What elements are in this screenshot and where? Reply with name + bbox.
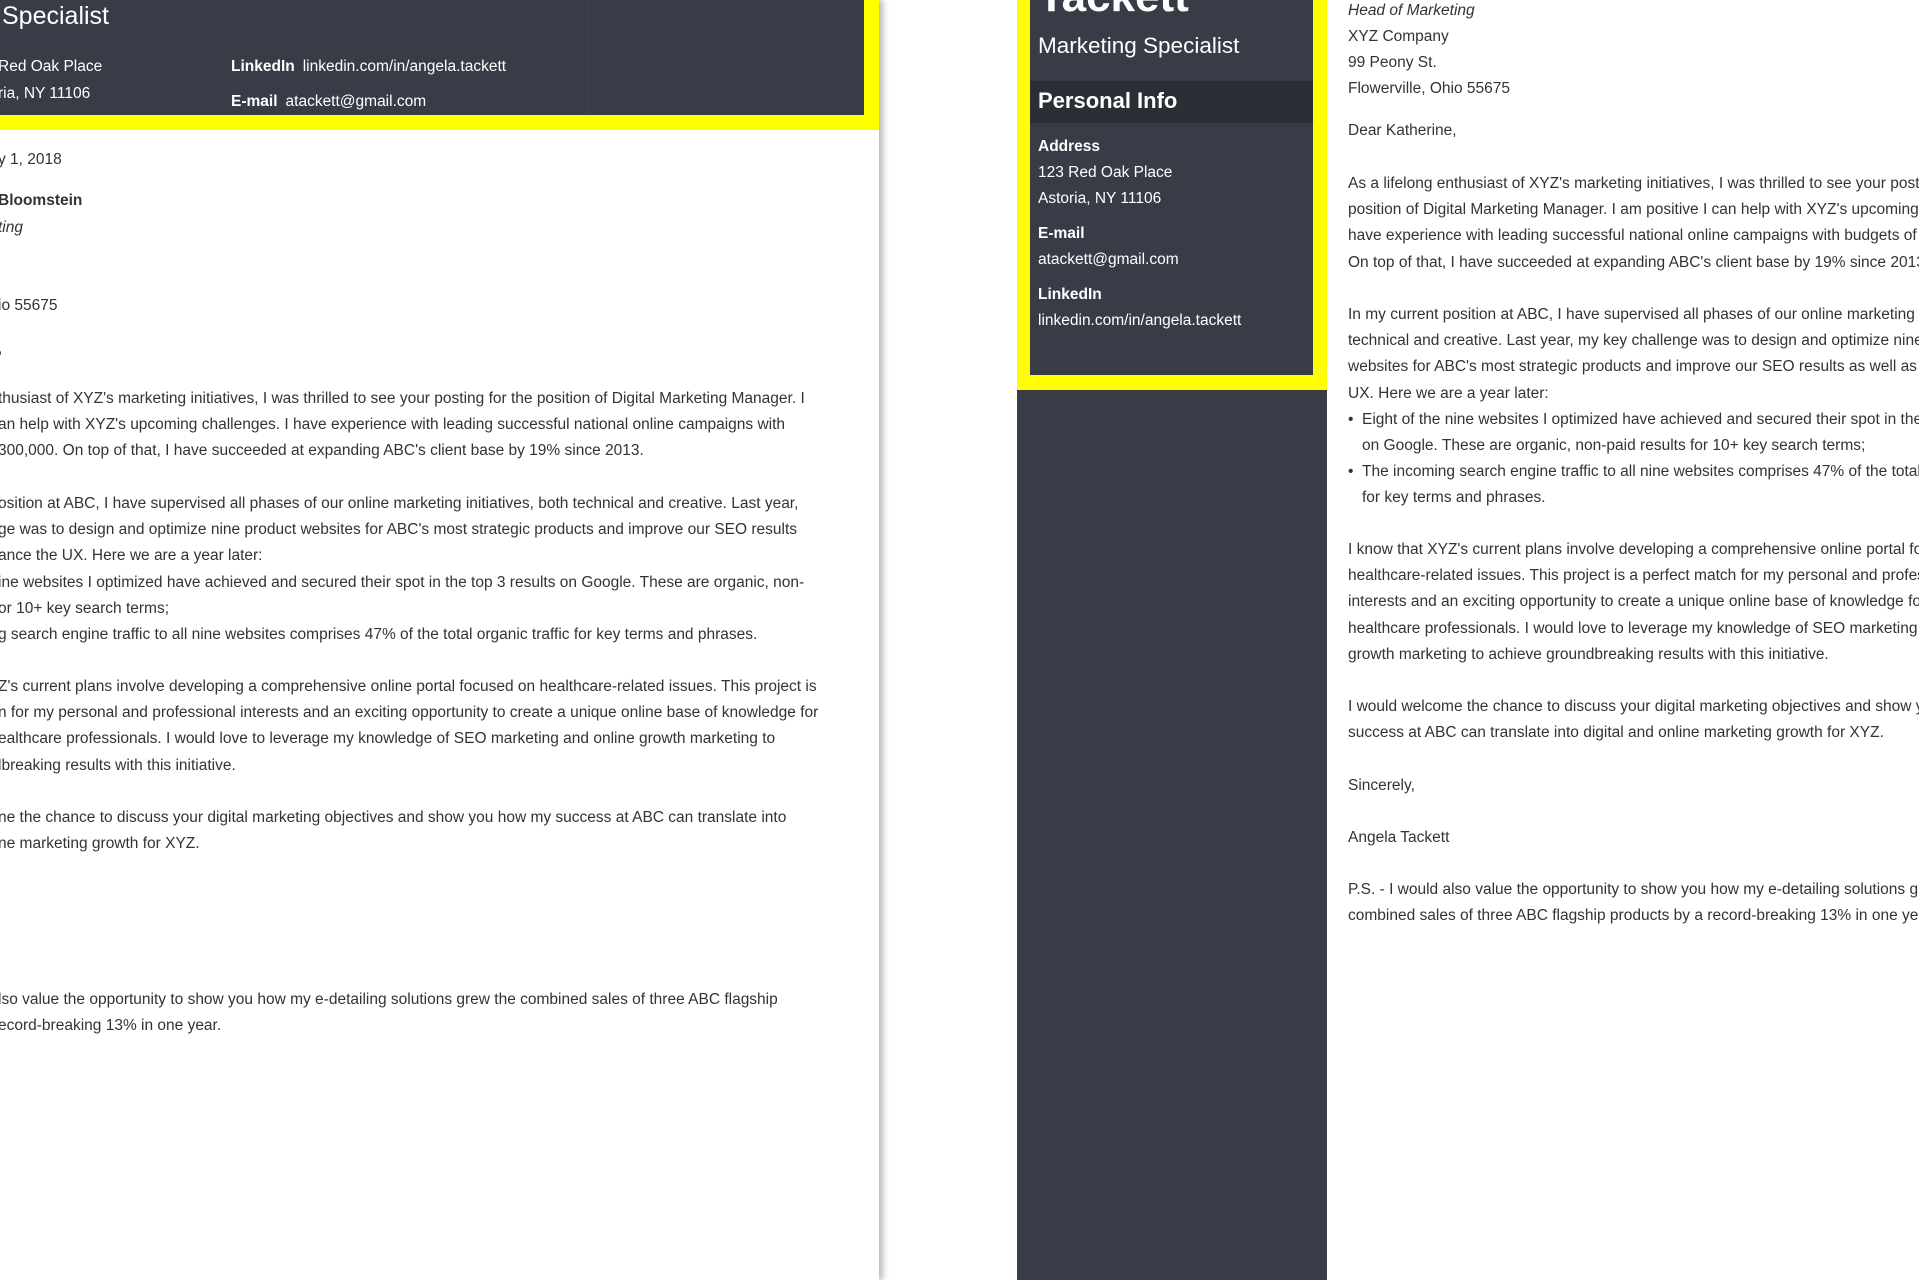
paragraph-3: I know that XYZ's current plans involve …: [1348, 537, 1919, 668]
paragraph-4: ne the chance to discuss your digital ma…: [0, 805, 838, 857]
email-value[interactable]: atackett@gmail.com: [1038, 251, 1179, 269]
header-linkedin: LinkedIn linkedin.com/in/angela.tackett: [231, 58, 506, 76]
recipient-company: XYZ Company: [1348, 28, 1449, 45]
bullet-icon: •: [1348, 463, 1354, 481]
recipient-title: Head of Marketing: [1348, 2, 1475, 19]
bullet-icon: •: [1348, 410, 1354, 428]
signature: Angela Tackett: [1348, 829, 1450, 846]
bullet-line: on Google. These are organic, non-paid r…: [1362, 437, 1866, 455]
paragraph-line: lso value the opportunity to show you ho…: [0, 991, 778, 1008]
paragraph-line: I would welcome the chance to discuss yo…: [1348, 698, 1919, 715]
left-cover-letter-page: Specialist Red Oak Place ria, NY 11106 L…: [0, 0, 879, 1280]
paragraph-line: thusiast of XYZ's marketing initiatives,…: [0, 390, 805, 407]
paragraph-line: osition at ABC, I have supervised all ph…: [0, 495, 799, 512]
header-job-title: Specialist: [2, 2, 109, 30]
paragraph-line: healthcare-related issues. This project …: [1348, 567, 1919, 585]
paragraph-line: growth marketing to achieve groundbreaki…: [1348, 645, 1829, 663]
linkedin-label: LinkedIn: [231, 58, 295, 75]
sidebar-profile-box: Tackett Marketing Specialist Personal In…: [1030, 0, 1313, 375]
bullet-line: The incoming search engine traffic to al…: [1362, 463, 1919, 481]
paragraph-line: As a lifelong enthusiast of XYZ's market…: [1348, 175, 1919, 192]
letter-date: y 1, 2018: [0, 151, 62, 168]
bullet-item: • The incoming search engine traffic to …: [1348, 459, 1919, 511]
header-email: E-mail atackett@gmail.com: [231, 93, 426, 111]
personal-info-title: Personal Info: [1038, 88, 1178, 113]
left-header: Specialist Red Oak Place ria, NY 11106 L…: [0, 0, 864, 115]
paragraph-line: websites for ABC's most strategic produc…: [1348, 358, 1919, 376]
paragraph-line: In my current position at ABC, I have su…: [1348, 306, 1919, 323]
bullet-item: • Eight of the nine websites I optimized…: [1348, 407, 1919, 459]
paragraph-line: n for my personal and professional inter…: [0, 704, 819, 722]
applicant-role: Marketing Specialist: [1038, 33, 1240, 58]
sidebar-highlight-frame: Tackett Marketing Specialist Personal In…: [1017, 0, 1327, 390]
paragraph-1: As a lifelong enthusiast of XYZ's market…: [1348, 171, 1919, 276]
paragraph-line: lbreaking results with this initiative.: [0, 756, 236, 774]
linkedin-value[interactable]: linkedin.com/in/angela.tackett: [1038, 312, 1241, 330]
paragraph-2: In my current position at ABC, I have su…: [1348, 302, 1919, 512]
paragraph-line: interests and an exciting opportunity to…: [1348, 593, 1919, 611]
linkedin-label: LinkedIn: [1038, 286, 1102, 303]
recipient-title: ting: [0, 219, 23, 236]
salutation: Dear Katherine,: [1348, 122, 1457, 139]
paragraph-2: osition at ABC, I have supervised all ph…: [0, 491, 838, 648]
paragraph-line: P.S. - I would also value the opportunit…: [1348, 881, 1919, 898]
header-address-line-2: ria, NY 11106: [0, 85, 91, 102]
email-label: E-mail: [231, 93, 278, 110]
paragraph-line: Z's current plans involve developing a c…: [0, 678, 817, 695]
paragraph-line: an help with XYZ's upcoming challenges. …: [0, 416, 786, 434]
recipient-city: Flowerville, Ohio 55675: [1348, 80, 1510, 97]
address-line-1: 123 Red Oak Place: [1038, 164, 1173, 181]
bullet-line: g search engine traffic to all nine webs…: [0, 626, 758, 644]
paragraph-line: I know that XYZ's current plans involve …: [1348, 541, 1919, 558]
paragraph-3: Z's current plans involve developing a c…: [0, 674, 838, 779]
paragraph-line: 300,000. On top of that, I have succeede…: [0, 442, 644, 460]
bullet-line: or 10+ key search terms;: [0, 599, 169, 617]
postscript: P.S. - I would also value the opportunit…: [1348, 877, 1919, 929]
bullet-line: Eight of the nine websites I optimized h…: [1362, 410, 1919, 428]
recipient-city: io 55675: [0, 297, 58, 314]
applicant-name: Tackett: [1038, 0, 1189, 22]
right-letter-body: Head of Marketing XYZ Company 99 Peony S…: [1348, 0, 1919, 1280]
recipient-street: 99 Peony St.: [1348, 54, 1437, 71]
paragraph-line: combined sales of three ABC flagship pro…: [1348, 907, 1919, 925]
paragraph-line: UX. Here we are a year later:: [1348, 384, 1549, 402]
paragraph-line: ecord-breaking 13% in one year.: [0, 1017, 222, 1035]
salutation: ,: [0, 340, 2, 358]
paragraph-line: On top of that, I have succeeded at expa…: [1348, 253, 1919, 271]
paragraph-line: success at ABC can translate into digita…: [1348, 724, 1884, 742]
linkedin-value[interactable]: linkedin.com/in/angela.tackett: [303, 58, 506, 75]
right-sidebar: Tackett Marketing Specialist Personal In…: [1017, 0, 1327, 1280]
paragraph-line: ance the UX. Here we are a year later:: [0, 547, 263, 565]
postscript: lso value the opportunity to show you ho…: [0, 987, 838, 1039]
bullet-line: for key terms and phrases.: [1362, 489, 1546, 507]
paragraph-line: position of Digital Marketing Manager. I…: [1348, 201, 1919, 219]
recipient-name: Bloomstein: [0, 192, 83, 209]
paragraph-line: have experience with leading successful …: [1348, 227, 1919, 245]
personal-info-heading: Personal Info: [1030, 81, 1313, 123]
paragraph-line: ealthcare professionals. I would love to…: [0, 730, 776, 748]
header-address-line-1: Red Oak Place: [0, 58, 103, 75]
closing: Sincerely,: [1348, 777, 1415, 794]
paragraph-1: thusiast of XYZ's marketing initiatives,…: [0, 386, 838, 465]
paragraph-line: ne the chance to discuss your digital ma…: [0, 809, 787, 826]
email-value[interactable]: atackett@gmail.com: [286, 93, 427, 110]
address-line-2: Astoria, NY 11106: [1038, 190, 1162, 207]
paragraph-line: technical and creative. Last year, my ke…: [1348, 332, 1919, 350]
bullet-line: ine websites I optimized have achieved a…: [0, 573, 805, 591]
paragraph-line: healthcare professionals. I would love t…: [1348, 619, 1919, 637]
address-label: Address: [1038, 138, 1101, 155]
paragraph-4: I would welcome the chance to discuss yo…: [1348, 694, 1919, 746]
paragraph-line: ne marketing growth for XYZ.: [0, 835, 200, 853]
header-divider: [588, 0, 589, 115]
email-label: E-mail: [1038, 225, 1085, 242]
paragraph-line: ge was to design and optimize nine produ…: [0, 521, 798, 539]
